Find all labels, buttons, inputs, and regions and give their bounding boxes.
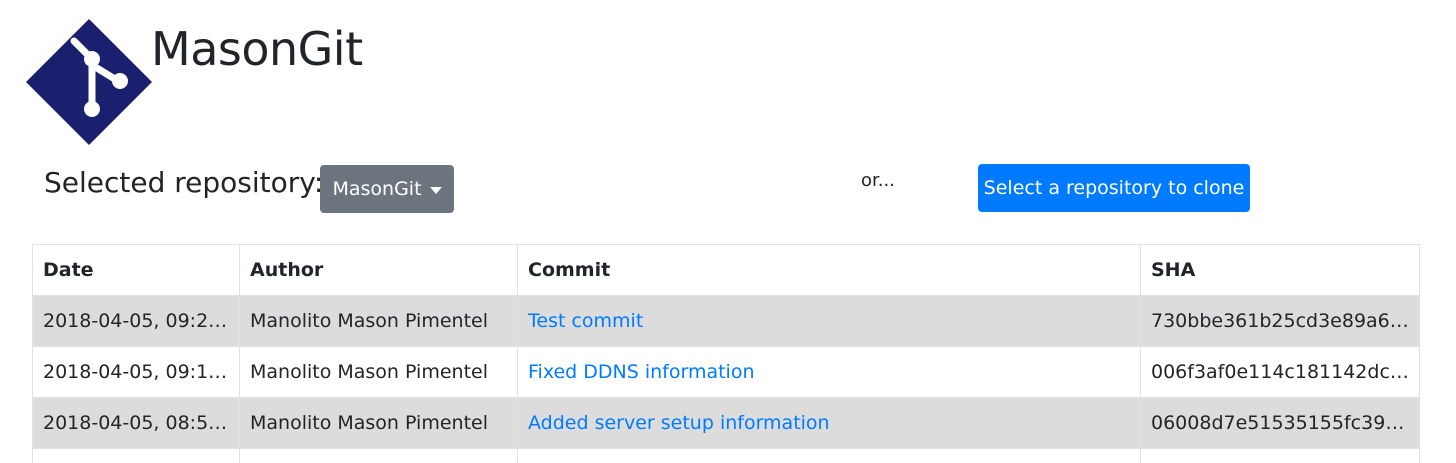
commit-cell: Added server setup information: [517, 397, 1141, 449]
commit-author: [239, 448, 518, 463]
git-logo-icon: [26, 19, 152, 145]
commit-date: 2018-04-05, 09:13:36: [32, 346, 240, 398]
commit-date: 2018-04-05, 08:53:27: [32, 397, 240, 449]
commit-author: Manolito Mason Pimentel: [239, 295, 518, 347]
commit-author: Manolito Mason Pimentel: [239, 346, 518, 398]
repository-dropdown[interactable]: MasonGit: [320, 165, 454, 213]
repository-dropdown-value: MasonGit: [332, 178, 422, 200]
commits-table: Date Author Commit SHA 2018-04-05, 09:21…: [32, 244, 1420, 463]
commit-link[interactable]: Fixed DDNS information: [528, 361, 755, 383]
column-header-sha: SHA: [1140, 244, 1420, 296]
clone-repository-button[interactable]: Select a repository to clone: [978, 164, 1250, 212]
commit-date: [32, 448, 240, 463]
commit-link[interactable]: Added server setup information: [528, 412, 830, 434]
table-row: 2018-04-05, 08:53:27 Manolito Mason Pime…: [32, 397, 1420, 449]
commit-link[interactable]: Test commit: [528, 310, 643, 332]
table-row: 2018-04-05, 09:13:36 Manolito Mason Pime…: [32, 346, 1420, 398]
table-header-row: Date Author Commit SHA: [32, 244, 1420, 296]
commit-author: Manolito Mason Pimentel: [239, 397, 518, 449]
column-header-date: Date: [32, 244, 240, 296]
app-title: MasonGit: [151, 22, 363, 76]
commit-sha: 006f3af0e114c181142dc88...: [1140, 346, 1420, 398]
caret-down-icon: [429, 186, 442, 194]
commit-sha: 730bbe361b25cd3e89a63ff...: [1140, 295, 1420, 347]
commit-cell: Test commit: [517, 295, 1141, 347]
commit-sha: 06008d7e51535155fc394e...: [1140, 397, 1420, 449]
or-text: or...: [861, 170, 895, 191]
table-row: [32, 448, 1420, 463]
commit-sha: [1140, 448, 1420, 463]
column-header-author: Author: [239, 244, 518, 296]
selected-repository-label: Selected repository:: [44, 166, 324, 199]
table-row: 2018-04-05, 09:21:44 Manolito Mason Pime…: [32, 295, 1420, 347]
column-header-commit: Commit: [517, 244, 1141, 296]
commit-cell: Fixed DDNS information: [517, 346, 1141, 398]
commit-cell: [517, 448, 1141, 463]
commit-date: 2018-04-05, 09:21:44: [32, 295, 240, 347]
